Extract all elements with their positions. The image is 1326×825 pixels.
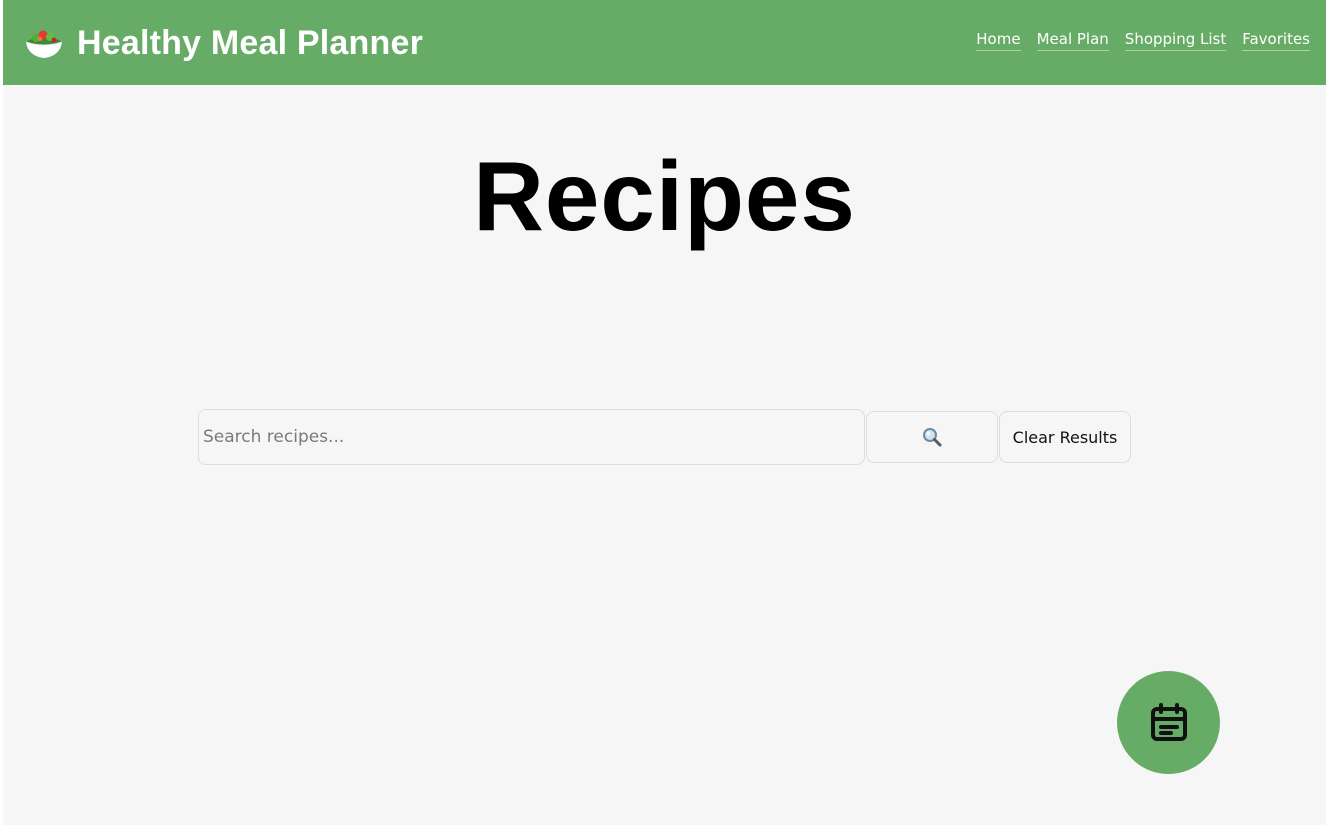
nav-link-meal-plan[interactable]: Meal Plan [1036, 30, 1109, 51]
calendar-icon [1150, 702, 1187, 741]
nav-link-favorites[interactable]: Favorites [1242, 30, 1310, 51]
app-page: Healthy Meal Planner Home Meal Plan Shop… [3, 0, 1326, 825]
main-nav: Home Meal Plan Shopping List Favorites [976, 30, 1310, 51]
brand[interactable]: Healthy Meal Planner [23, 20, 423, 66]
magnifying-glass-icon [923, 428, 942, 447]
app-title: Healthy Meal Planner [77, 23, 424, 62]
nav-link-home[interactable]: Home [976, 30, 1021, 51]
search-bar: Clear Results [198, 409, 1131, 465]
page-title: Recipes [473, 141, 856, 251]
nav-link-shopping-list[interactable]: Shopping List [1124, 30, 1227, 51]
search-button[interactable] [866, 411, 998, 463]
app-header: Healthy Meal Planner Home Meal Plan Shop… [3, 0, 1326, 85]
search-input[interactable] [198, 409, 865, 465]
clear-results-button[interactable]: Clear Results [999, 411, 1131, 463]
meal-plan-fab[interactable] [1117, 671, 1220, 774]
salad-bowl-icon [25, 30, 63, 58]
